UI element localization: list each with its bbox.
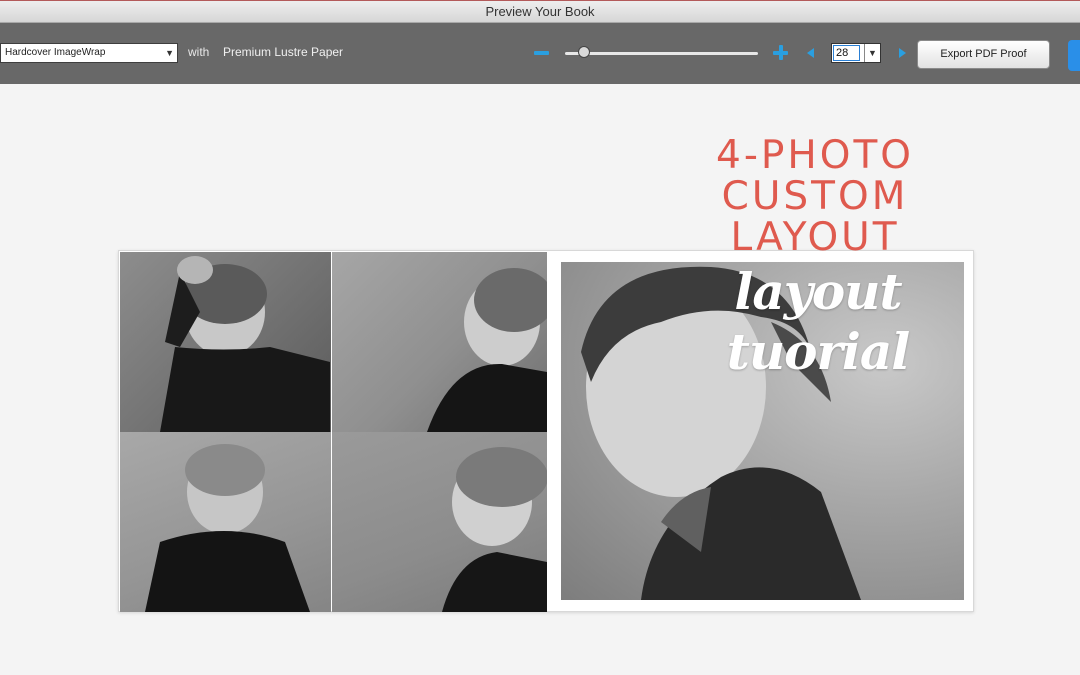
- photo-bottom-left[interactable]: [120, 432, 331, 612]
- page-select[interactable]: 28 ▼: [831, 43, 881, 63]
- photo-top-right[interactable]: [332, 252, 547, 432]
- headline-line-2: CUSTOM: [721, 174, 909, 219]
- export-pdf-proof-button[interactable]: Export PDF Proof: [917, 40, 1050, 69]
- window-title: Preview Your Book: [485, 4, 595, 19]
- cover-type-select[interactable]: Hardcover ImageWrap ▼: [0, 43, 178, 63]
- chevron-down-icon[interactable]: ▼: [864, 44, 880, 62]
- child-photo-3: [145, 444, 310, 612]
- headline-line-1: 4-PHOTO: [716, 133, 914, 178]
- cover-type-value: Hardcover ImageWrap: [5, 47, 106, 58]
- page-number-field[interactable]: 28: [833, 45, 860, 61]
- zoom-out-icon[interactable]: [534, 51, 549, 55]
- zoom-slider[interactable]: [565, 52, 758, 55]
- chevron-down-icon: ▼: [165, 48, 174, 58]
- previous-page-icon[interactable]: [807, 48, 814, 58]
- overlay-headline: 4-PHOTO CUSTOM LAYOUT: [700, 135, 930, 258]
- photo-bottom-right[interactable]: [332, 432, 547, 612]
- paper-type-label: Premium Lustre Paper: [223, 45, 344, 59]
- child-photo-1: [160, 256, 330, 432]
- primary-action-button[interactable]: [1068, 40, 1080, 71]
- child-photo-4: [442, 447, 547, 612]
- photo-top-left[interactable]: [120, 252, 331, 432]
- window-titlebar: Preview Your Book: [0, 0, 1080, 23]
- overlay-subtitle: layout tuorial: [726, 262, 911, 381]
- zoom-in-icon[interactable]: [773, 45, 788, 60]
- child-photo-2: [427, 268, 547, 432]
- with-label: with: [188, 45, 210, 59]
- headline-line-3: LAYOUT: [730, 215, 900, 260]
- next-page-icon[interactable]: [899, 48, 906, 58]
- zoom-slider-thumb[interactable]: [578, 46, 591, 58]
- toolbar: Hardcover ImageWrap ▼ with Premium Lustr…: [0, 23, 1080, 84]
